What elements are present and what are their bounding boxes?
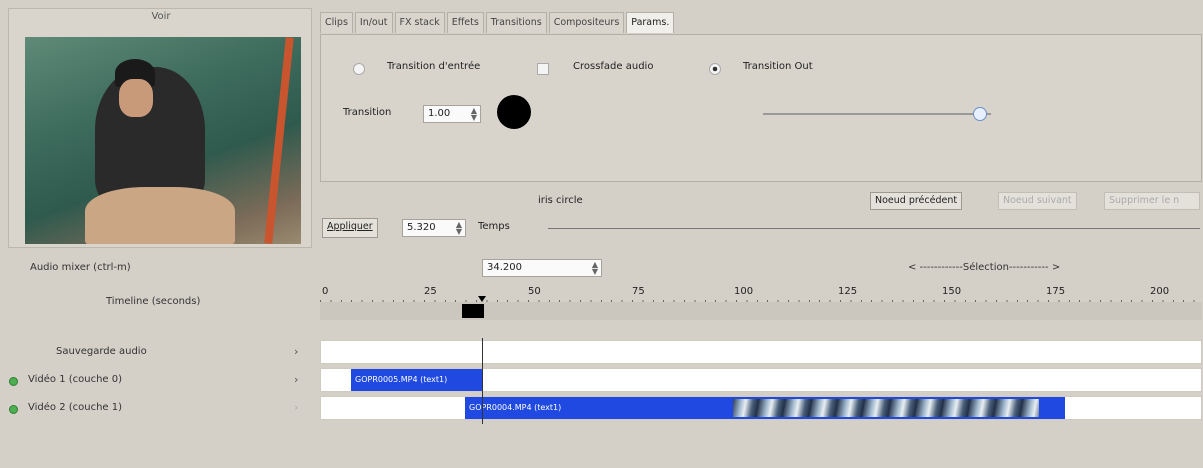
timeline-axis-label: Timeline (seconds) bbox=[106, 296, 201, 307]
iris-preview-circle bbox=[497, 95, 531, 129]
transition-slider-track[interactable] bbox=[763, 113, 991, 115]
playhead-line bbox=[482, 338, 483, 424]
spin-arrows-icon[interactable]: ▲ ▼ bbox=[592, 261, 598, 276]
track-label-video1: Vidéo 1 (couche 0) bbox=[28, 374, 123, 385]
tab-compositeurs[interactable]: Compositeurs bbox=[548, 12, 625, 33]
track-label-audio: Sauvegarde audio bbox=[56, 346, 147, 357]
tab-bar: Clips In/out FX stack Effets Transitions… bbox=[320, 12, 1200, 35]
apply-button[interactable]: Appliquer bbox=[322, 218, 378, 238]
transition-slider-handle[interactable] bbox=[972, 107, 987, 121]
timeline-scrub-bar[interactable] bbox=[320, 302, 1202, 320]
crossfade-audio-label: Crossfade audio bbox=[573, 61, 654, 72]
transition-value: 1.00 bbox=[428, 108, 451, 119]
next-node-button[interactable]: Noeud suivant bbox=[998, 192, 1077, 210]
time-slider-track[interactable] bbox=[548, 228, 1200, 229]
transition-label: Transition bbox=[343, 107, 392, 118]
time-label: Temps bbox=[478, 221, 510, 232]
playhead-handle[interactable] bbox=[462, 304, 484, 318]
expand-chevron-icon[interactable]: › bbox=[294, 401, 298, 414]
clip-video1[interactable]: GOPR0005.MP4 (text1) bbox=[351, 369, 483, 391]
track-video2[interactable]: GOPR0004.MP4 (text1) bbox=[320, 396, 1202, 420]
mast bbox=[264, 37, 294, 244]
tick-label: 0 bbox=[322, 286, 329, 297]
track-visible-icon[interactable] bbox=[9, 405, 18, 414]
transition-out-label: Transition Out bbox=[743, 61, 813, 72]
tick-label: 200 bbox=[1150, 286, 1170, 297]
spin-arrows-icon[interactable]: ▲ ▼ bbox=[456, 221, 462, 236]
tick-label: 25 bbox=[424, 286, 437, 297]
track-audio-backup[interactable] bbox=[320, 340, 1202, 364]
playhead-marker-icon bbox=[478, 296, 486, 302]
tick-label: 175 bbox=[1046, 286, 1066, 297]
video-preview[interactable] bbox=[25, 37, 301, 244]
tick-label: 150 bbox=[942, 286, 962, 297]
radio-transition-out[interactable] bbox=[709, 63, 721, 75]
clip-thumbnails bbox=[733, 399, 1039, 417]
tick-label: 125 bbox=[838, 286, 858, 297]
track-label-video2: Vidéo 2 (couche 1) bbox=[28, 402, 123, 413]
selection-label: < ------------Sélection----------- > bbox=[908, 262, 1061, 273]
track-video1[interactable]: GOPR0005.MP4 (text1) bbox=[320, 368, 1202, 392]
clip-video2[interactable]: GOPR0004.MP4 (text1) bbox=[465, 397, 1065, 419]
tab-transitions[interactable]: Transitions bbox=[485, 12, 547, 33]
position-value: 34.200 bbox=[487, 262, 522, 273]
rider-face bbox=[119, 79, 153, 117]
tick-label: 100 bbox=[734, 286, 754, 297]
tick-label: 50 bbox=[528, 286, 541, 297]
timeline-ruler[interactable]: 0 25 50 75 100 125 150 175 200 bbox=[320, 284, 1202, 304]
track-visible-icon[interactable] bbox=[9, 377, 18, 386]
preview-panel: Voir bbox=[8, 8, 312, 248]
time-spinbox[interactable]: 5.320 ▲ ▼ bbox=[402, 219, 466, 237]
radio-transition-in[interactable] bbox=[353, 63, 365, 75]
position-spinbox[interactable]: 34.200 ▲ ▼ bbox=[482, 259, 602, 277]
delete-node-button[interactable]: Supprimer le n bbox=[1104, 192, 1200, 210]
audio-mixer-label[interactable]: Audio mixer (ctrl-m) bbox=[30, 262, 131, 273]
tab-clips[interactable]: Clips bbox=[320, 12, 353, 33]
spin-arrows-icon[interactable]: ▲ ▼ bbox=[471, 107, 477, 122]
tick-label: 75 bbox=[632, 286, 645, 297]
tab-fx-stack[interactable]: FX stack bbox=[394, 12, 445, 33]
preview-title: Voir bbox=[151, 11, 171, 22]
prev-node-button[interactable]: Noeud précédent bbox=[870, 192, 963, 210]
time-value: 5.320 bbox=[407, 222, 436, 233]
effect-name: iris circle bbox=[538, 195, 583, 206]
hand bbox=[85, 187, 235, 244]
transition-in-label: Transition d'entrée bbox=[387, 61, 481, 72]
tab-params[interactable]: Params. bbox=[626, 12, 675, 33]
params-pane: Transition d'entrée Crossfade audio Tran… bbox=[320, 34, 1202, 182]
crossfade-audio-checkbox[interactable] bbox=[537, 63, 549, 75]
expand-chevron-icon[interactable]: › bbox=[294, 345, 298, 358]
expand-chevron-icon[interactable]: › bbox=[294, 373, 298, 386]
tab-effets[interactable]: Effets bbox=[446, 12, 484, 33]
tab-in-out[interactable]: In/out bbox=[354, 12, 393, 33]
transition-spinbox[interactable]: 1.00 ▲ ▼ bbox=[423, 105, 481, 123]
